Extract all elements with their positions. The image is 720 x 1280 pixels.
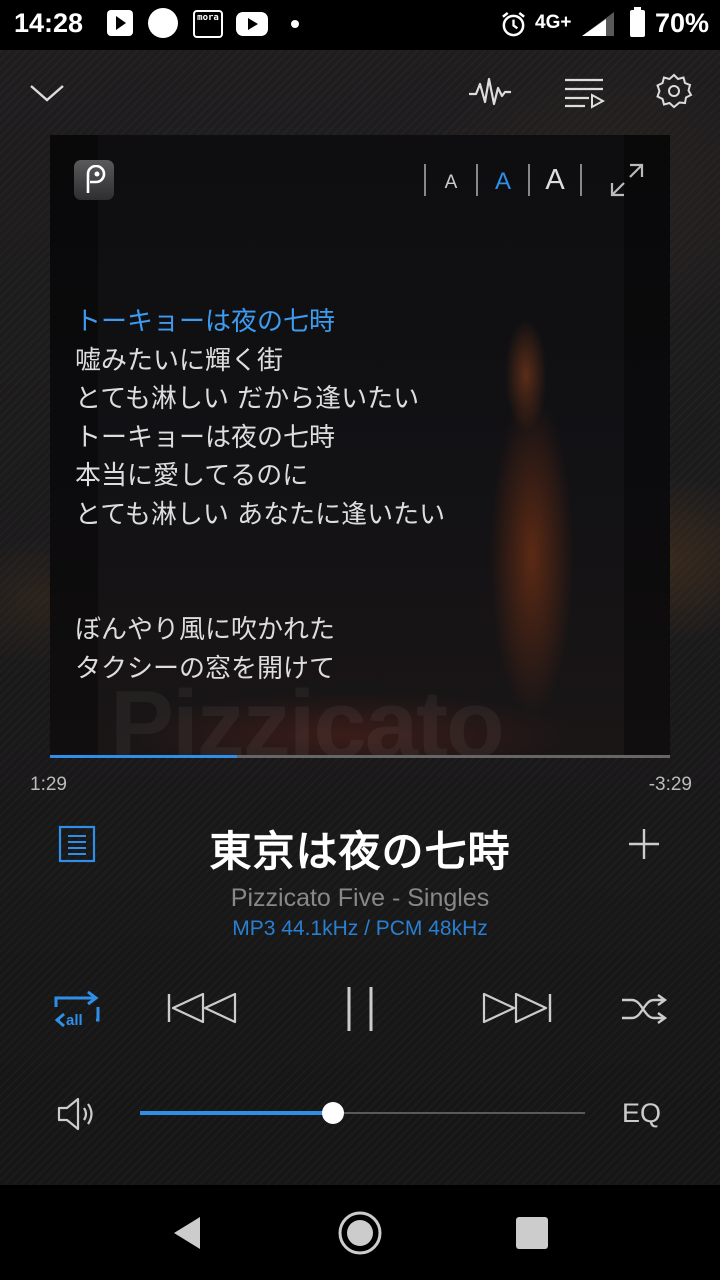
pause-button[interactable] [340, 985, 380, 1033]
recent-apps-icon[interactable] [516, 1217, 548, 1249]
shuffle-button[interactable] [620, 994, 668, 1024]
artist-album: Pizzicato Five - Singles [230, 884, 490, 912]
battery-percent: 70% [655, 8, 710, 38]
lyric-line[interactable]: タクシーの窓を開けて [75, 650, 445, 689]
status-bar: 14:28 mora 4G+ 70% [0, 0, 720, 50]
volume-level [140, 1111, 333, 1115]
elapsed-time: 1:29 [30, 774, 67, 795]
volume-slider[interactable] [140, 1102, 585, 1124]
font-size-large-button[interactable]: A [530, 164, 580, 197]
previous-track-button[interactable] [165, 992, 239, 1024]
volume-thumb[interactable] [321, 1102, 344, 1124]
battery-icon [630, 7, 645, 37]
font-size-small-button[interactable]: A [426, 166, 476, 194]
navigation-bar [0, 1185, 720, 1280]
lyric-line[interactable]: 本当に愛してるのに [75, 457, 445, 496]
seek-bar-progress [50, 755, 238, 758]
lyric-line[interactable]: トーキョーは夜の七時 [75, 419, 445, 458]
lyrics-panel[interactable]: Pizzicato A A A トーキョーは夜の七時 嘘みたいに輝く街 とても淋… [50, 135, 670, 758]
gear-icon[interactable] [655, 72, 693, 110]
app-logo-icon [74, 160, 114, 200]
lyric-line[interactable]: 嘘みたいに輝く街 [75, 342, 445, 381]
queue-icon[interactable] [563, 74, 605, 110]
status-time: 14:28 [14, 8, 84, 38]
track-title: 東京は夜の七時 [209, 827, 511, 876]
circle-notification-icon [148, 8, 178, 38]
lyric-gap [75, 534, 445, 611]
eq-button[interactable]: EQ [622, 1098, 661, 1129]
panel-shade-right [624, 135, 670, 758]
signal-icon [582, 12, 614, 36]
audio-format: MP3 44.1kHz / PCM 48kHz [232, 917, 488, 940]
more-notifications-icon [291, 20, 299, 28]
alarm-icon [502, 11, 525, 37]
mora-notification-icon: mora [193, 10, 223, 38]
lyrics-list[interactable]: トーキョーは夜の七時 嘘みたいに輝く街 とても淋しい だから逢いたい トーキョー… [75, 303, 445, 688]
volume-icon[interactable] [56, 1095, 98, 1133]
back-icon[interactable] [170, 1215, 204, 1251]
font-size-controls: A A A [424, 163, 582, 197]
divider [580, 164, 582, 196]
repeat-all-button[interactable]: all [52, 990, 102, 1028]
home-icon[interactable] [337, 1210, 383, 1256]
lyric-line[interactable]: とても淋しい だから逢いたい [75, 380, 445, 419]
waveform-icon[interactable] [467, 74, 513, 110]
add-icon[interactable] [626, 826, 662, 862]
remaining-time: -3:29 [648, 774, 692, 795]
font-size-medium-button[interactable]: A [478, 165, 528, 196]
play-notification-icon [107, 10, 133, 36]
youtube-notification-icon [236, 12, 268, 36]
next-track-button[interactable] [480, 992, 554, 1024]
chevron-down-icon[interactable] [28, 78, 66, 106]
lyric-line-current[interactable]: トーキョーは夜の七時 [75, 303, 445, 342]
network-type: 4G+ [535, 12, 572, 33]
lyric-line[interactable]: とても淋しい あなたに逢いたい [75, 496, 445, 535]
repeat-mode-label: all [66, 1012, 83, 1028]
lyric-line[interactable]: ぼんやり風に吹かれた [75, 611, 445, 650]
fullscreen-icon[interactable] [610, 163, 644, 197]
